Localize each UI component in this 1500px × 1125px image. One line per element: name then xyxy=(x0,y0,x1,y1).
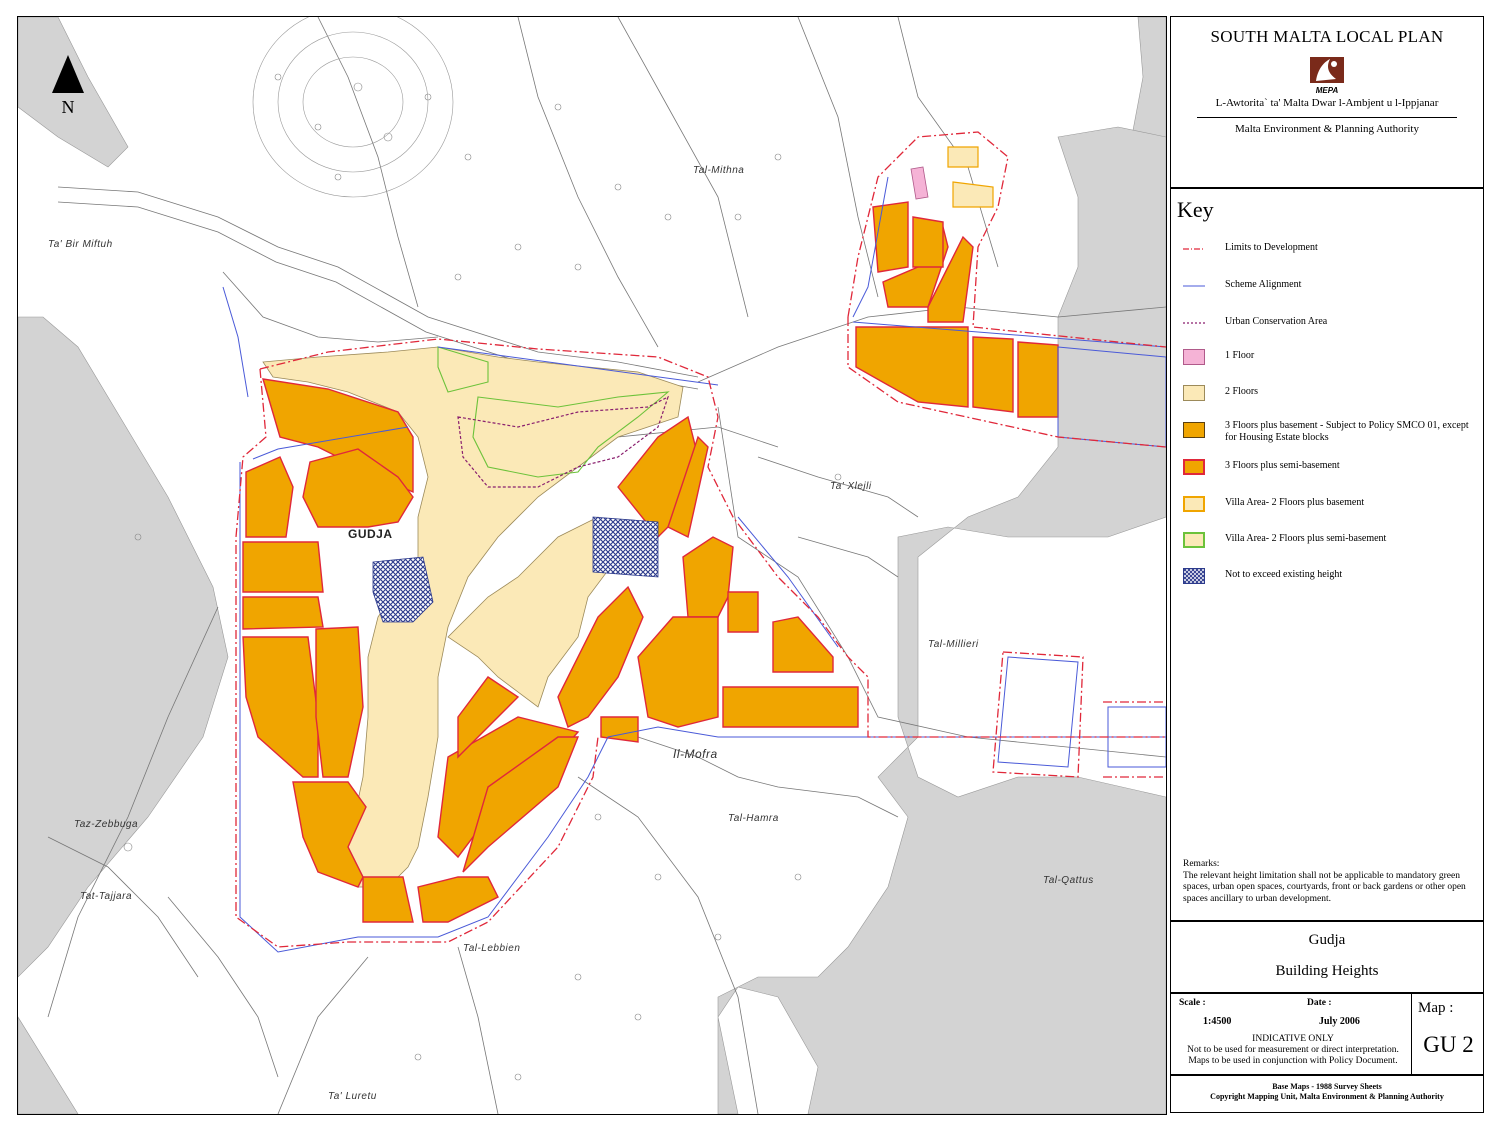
map-number: GU 2 xyxy=(1423,1032,1474,1057)
hatch-swatch-icon xyxy=(1183,568,1205,584)
swatch-villa-basement xyxy=(1183,496,1205,512)
date-value: July 2006 xyxy=(1319,1016,1360,1027)
key-item-villa-semi: Villa Area- 2 Floors plus semi-basement xyxy=(1183,532,1479,556)
solid-line-icon xyxy=(1183,285,1205,287)
place-name: Il-Mofra xyxy=(673,747,718,761)
scale-value: 1:4500 xyxy=(1203,1016,1232,1027)
plan-title: SOUTH MALTA LOCAL PLAN xyxy=(1210,27,1444,46)
key-item-label: 3 Floors plus semi-basement xyxy=(1225,460,1340,471)
dotted-line-icon xyxy=(1183,322,1205,324)
key-title: Key xyxy=(1177,197,1214,222)
place-name: Tal-Millieri xyxy=(928,639,979,650)
key-item-scheme: Scheme Alignment xyxy=(1183,278,1479,302)
key-item-label: Limits to Development xyxy=(1225,242,1318,253)
swatch-3-floors-basement xyxy=(1183,422,1205,438)
key-item-label: Scheme Alignment xyxy=(1225,279,1302,290)
map-canvas[interactable] xyxy=(18,17,1166,1114)
north-arrow-icon xyxy=(52,55,84,93)
credits-block: Base Maps - 1988 Survey Sheets Copyright… xyxy=(1170,1075,1484,1113)
divider xyxy=(1197,117,1457,118)
key-item-limits: Limits to Development xyxy=(1183,241,1479,265)
key-item-villa-basement: Villa Area- 2 Floors plus basement xyxy=(1183,496,1479,520)
swatch-1-floor xyxy=(1183,349,1205,365)
place-name: Ta' Luretu xyxy=(328,1091,377,1102)
remarks-text: The relevant height limitation shall not… xyxy=(1183,870,1466,904)
mepa-logo-icon: MEPA xyxy=(1310,57,1344,95)
place-name: Tal-Qattus xyxy=(1043,875,1094,886)
org-name-english: Malta Environment & Planning Authority xyxy=(1235,123,1419,135)
key-item-2-floors: 2 Floors xyxy=(1183,385,1479,409)
key-item-not-exceed: Not to exceed existing height xyxy=(1183,568,1479,592)
map-label: Map : xyxy=(1418,1000,1454,1016)
key-item-label: Not to exceed existing height xyxy=(1225,569,1343,580)
map-number-cell: Map : GU 2 xyxy=(1411,994,1485,1075)
north-arrow-label: N xyxy=(61,97,75,117)
map-key: Key Limits to Development Scheme Alignme… xyxy=(1170,188,1484,921)
remarks-heading: Remarks: xyxy=(1183,859,1220,869)
hill-contours xyxy=(252,17,454,198)
key-item-conservation: Urban Conservation Area xyxy=(1183,315,1479,339)
place-name: Ta' Xlejli xyxy=(830,481,872,492)
key-item-label: 2 Floors xyxy=(1225,386,1259,397)
key-item-1-floor: 1 Floor xyxy=(1183,349,1479,373)
place-name: Tal-Lebbien xyxy=(463,943,521,954)
place-name: Tal-Hamra xyxy=(728,813,779,824)
map-info-block: Scale : Date : 1:4500 July 2006 INDICATI… xyxy=(1170,993,1484,1075)
date-label: Date : xyxy=(1307,998,1332,1008)
swatch-2-floors xyxy=(1183,385,1205,401)
place-name: Tal-Mithna xyxy=(693,165,745,176)
key-item-3-floors-basement: 3 Floors plus basement - Subject to Poli… xyxy=(1183,419,1479,453)
org-name-maltese: L-Awtorita` ta' Malta Dwar l-Ambjent u l… xyxy=(1215,97,1439,109)
mepa-logo: MEPA xyxy=(1308,57,1346,95)
key-item-3-floors-semi: 3 Floors plus semi-basement xyxy=(1183,459,1479,483)
key-item-label: 1 Floor xyxy=(1225,350,1255,361)
logo-text: MEPA xyxy=(1316,86,1339,95)
place-name: Tat-Tajjara xyxy=(80,891,133,902)
map-frame[interactable]: N Ta' Bir Miftuh Tal-Mithna Ta' Xlejli G… xyxy=(17,16,1167,1115)
place-name: Ta' Bir Miftuh xyxy=(48,239,113,250)
credit-line-2: Copyright Mapping Unit, Malta Environmen… xyxy=(1210,1092,1444,1101)
place-name: GUDJA xyxy=(348,527,393,541)
terrain-circles xyxy=(123,73,842,1081)
credit-line-1: Base Maps - 1988 Survey Sheets xyxy=(1272,1082,1382,1091)
indicative-line-1: Not to be used for measurement or direct… xyxy=(1187,1045,1399,1055)
locality-name: Gudja xyxy=(1308,932,1346,948)
title-block: SOUTH MALTA LOCAL PLAN MEPA L-Awtorita` … xyxy=(1170,16,1484,188)
map-name-block: Gudja Building Heights xyxy=(1170,921,1484,993)
zone-villa-basement[interactable] xyxy=(947,146,994,208)
key-item-label: Urban Conservation Area xyxy=(1225,316,1328,327)
indicative-line-2: Maps to be used in conjunction with Poli… xyxy=(1188,1056,1398,1066)
place-name: Taz-Zebbuga xyxy=(74,819,139,830)
zone-1-floor[interactable] xyxy=(910,166,929,200)
dashdot-line-icon xyxy=(1183,248,1205,250)
remarks: Remarks: The relevant height limitation … xyxy=(1183,859,1473,905)
scale-label: Scale : xyxy=(1179,998,1206,1008)
swatch-villa-semi-basement xyxy=(1183,532,1205,548)
map-subject: Building Heights xyxy=(1275,963,1379,979)
indicative-note: INDICATIVE ONLY Not to be used for measu… xyxy=(1175,1034,1411,1067)
key-item-label: 3 Floors plus basement - Subject to Poli… xyxy=(1225,420,1469,443)
key-item-label: Villa Area- 2 Floors plus basement xyxy=(1225,497,1365,508)
swatch-3-floors-semi-basement xyxy=(1183,459,1205,475)
key-item-label: Villa Area- 2 Floors plus semi-basement xyxy=(1225,533,1387,544)
indicative-title: INDICATIVE ONLY xyxy=(1252,1034,1334,1044)
north-arrow: N xyxy=(48,51,88,121)
